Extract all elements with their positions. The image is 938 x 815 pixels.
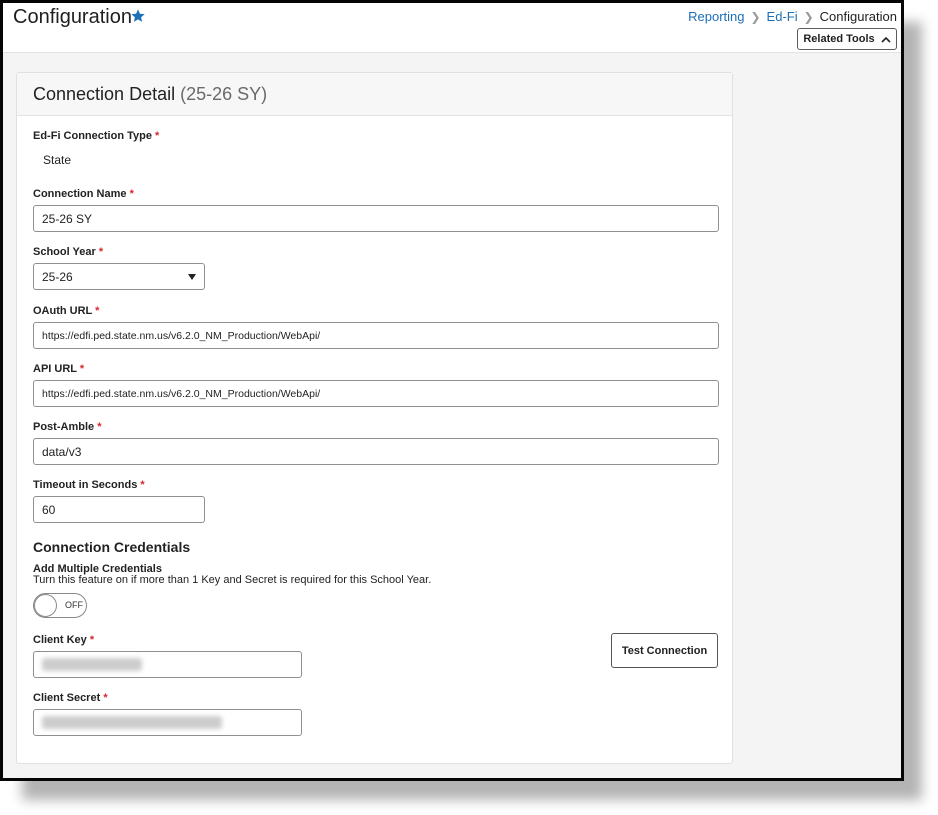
page-title: Configuration bbox=[13, 6, 132, 28]
school-year-label: School Year * bbox=[33, 246, 104, 258]
connection-name-label: Connection Name * bbox=[33, 188, 134, 200]
api-url-label: API URL * bbox=[33, 363, 85, 375]
multiple-credentials-toggle[interactable]: OFF bbox=[33, 593, 87, 618]
required-mark: * bbox=[98, 246, 104, 258]
breadcrumb-ed-fi[interactable]: Ed-Fi bbox=[767, 9, 798, 24]
client-key-input[interactable] bbox=[33, 651, 302, 678]
api-url-input[interactable]: https://edfi.ped.state.nm.us/v6.2.0_NM_P… bbox=[33, 380, 719, 407]
toggle-knob bbox=[34, 594, 57, 617]
required-mark: * bbox=[95, 305, 100, 317]
timeout-label: Timeout in Seconds * bbox=[33, 479, 145, 491]
card-header: Connection Detail (25-26 SY) bbox=[17, 73, 732, 116]
post-amble-label: Post-Amble * bbox=[33, 421, 102, 433]
required-mark: * bbox=[89, 634, 95, 646]
card-title: Connection Detail (25-26 SY) bbox=[33, 84, 267, 105]
connection-type-value: State bbox=[43, 153, 72, 167]
required-mark: * bbox=[79, 363, 85, 375]
star-icon[interactable] bbox=[130, 8, 146, 24]
client-key-label: Client Key * bbox=[33, 634, 95, 646]
masked-value bbox=[42, 658, 142, 671]
test-connection-button[interactable]: Test Connection bbox=[611, 633, 718, 668]
page-header: Configuration Reporting ❯ Ed-Fi ❯ Config… bbox=[3, 3, 901, 53]
chevron-right-icon: ❯ bbox=[750, 9, 761, 24]
timeout-input[interactable]: 60 bbox=[33, 496, 205, 523]
required-mark: * bbox=[155, 130, 160, 142]
chevron-right-icon: ❯ bbox=[803, 9, 814, 24]
caret-down-icon bbox=[188, 274, 196, 280]
breadcrumb-configuration: Configuration bbox=[819, 9, 897, 24]
post-amble-input[interactable]: data/v3 bbox=[33, 438, 719, 465]
client-secret-label: Client Secret * bbox=[33, 692, 108, 704]
credentials-section-title: Connection Credentials bbox=[33, 539, 191, 555]
school-year-select[interactable]: 25-26 bbox=[33, 263, 205, 290]
client-secret-input[interactable] bbox=[33, 709, 302, 736]
card-school-year-tag: (25-26 SY) bbox=[180, 84, 268, 104]
masked-value bbox=[42, 716, 222, 729]
breadcrumb: Reporting ❯ Ed-Fi ❯ Configuration bbox=[688, 9, 897, 24]
oauth-url-input[interactable]: https://edfi.ped.state.nm.us/v6.2.0_NM_P… bbox=[33, 322, 719, 349]
required-mark: * bbox=[103, 692, 108, 704]
app-window: Configuration Reporting ❯ Ed-Fi ❯ Config… bbox=[0, 0, 904, 781]
connection-type-label: Ed-Fi Connection Type * bbox=[33, 130, 160, 142]
school-year-selected-value: 25-26 bbox=[42, 269, 73, 284]
chevron-up-icon bbox=[881, 36, 891, 43]
related-tools-button[interactable]: Related Tools bbox=[797, 28, 897, 50]
connection-name-input[interactable]: 25-26 SY bbox=[33, 205, 719, 232]
toggle-state: OFF bbox=[65, 600, 83, 610]
required-mark: * bbox=[129, 188, 134, 200]
connection-detail-card: Connection Detail (25-26 SY) Ed-Fi Conne… bbox=[16, 72, 733, 764]
required-mark: * bbox=[97, 421, 102, 433]
required-mark: * bbox=[140, 479, 145, 491]
multiple-credentials-help: Turn this feature on if more than 1 Key … bbox=[33, 574, 432, 586]
breadcrumb-reporting[interactable]: Reporting bbox=[688, 9, 744, 24]
related-tools-label: Related Tools bbox=[803, 33, 875, 45]
card-title-text: Connection Detail bbox=[33, 84, 176, 104]
oauth-url-label: OAuth URL * bbox=[33, 305, 100, 317]
